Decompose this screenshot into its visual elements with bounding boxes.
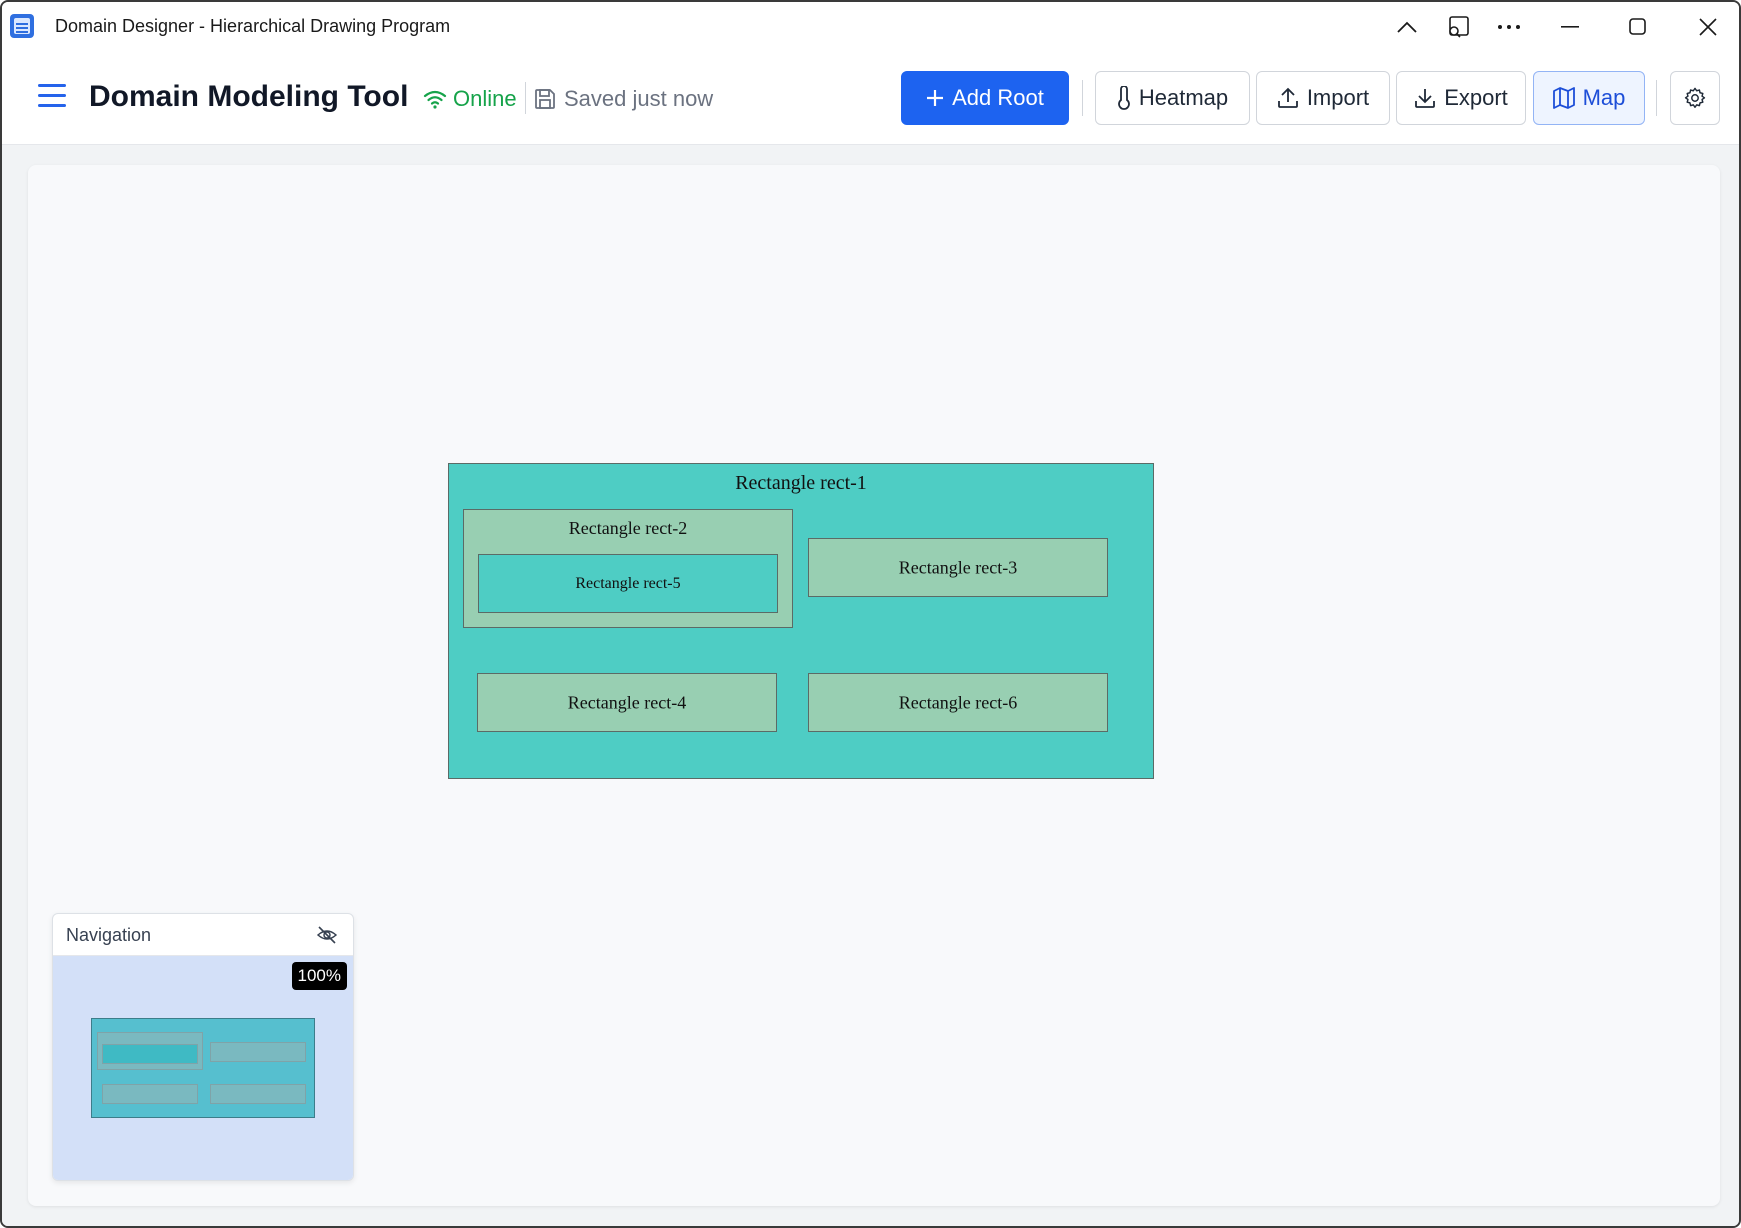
eye-off-icon[interactable] [316, 925, 338, 950]
rectangle-rect-4[interactable]: Rectangle rect-4 [477, 673, 777, 732]
saved-label: Saved just now [564, 86, 714, 111]
rectangle-rect-1[interactable]: Rectangle rect-1 Rectangle rect-2 Rectan… [448, 463, 1154, 779]
rectangle-label: Rectangle rect-1 [735, 472, 867, 494]
minimap-rect-5 [102, 1044, 198, 1064]
plus-icon [927, 90, 944, 106]
online-label: Online [453, 86, 517, 111]
more-icon[interactable] [1483, 2, 1535, 52]
title-bar: Domain Designer - Hierarchical Drawing P… [2, 2, 1739, 52]
save-icon [535, 89, 555, 109]
zoom-badge: 100% [291, 962, 347, 990]
navigation-panel: Navigation 100% [52, 913, 354, 1181]
close-icon[interactable] [1682, 2, 1734, 52]
download-icon [1415, 89, 1436, 108]
minimap-rect-4 [102, 1084, 198, 1104]
rectangle-label: Rectangle rect-2 [568, 518, 688, 538]
import-button[interactable]: Import [1256, 71, 1390, 125]
maximize-icon[interactable] [1612, 2, 1664, 52]
thermometer-icon [1118, 86, 1130, 110]
cast-icon[interactable] [1432, 2, 1484, 52]
rectangle-rect-3[interactable]: Rectangle rect-3 [808, 538, 1108, 597]
minimize-icon[interactable] [1544, 2, 1596, 52]
add-root-button[interactable]: Add Root [901, 71, 1069, 125]
rectangle-label: Rectangle rect-3 [898, 557, 1018, 577]
heatmap-button[interactable]: Heatmap [1095, 71, 1250, 125]
gear-icon [1684, 87, 1706, 108]
rectangle-rect-5[interactable]: Rectangle rect-5 [478, 554, 778, 613]
upload-icon [1277, 87, 1298, 108]
navigation-header: Navigation [53, 914, 353, 956]
hamburger-icon[interactable] [38, 84, 66, 108]
rectangle-label: Rectangle rect-6 [898, 692, 1018, 712]
minimap[interactable]: 100% [53, 956, 353, 1180]
navigation-title: Navigation [66, 925, 152, 945]
rectangle-rect-2[interactable]: Rectangle rect-2 Rectangle rect-5 [463, 509, 793, 628]
chevron-up-icon[interactable] [1381, 2, 1433, 52]
minimap-rect-6 [210, 1084, 306, 1104]
settings-button[interactable] [1670, 71, 1720, 125]
app-window: Domain Designer - Hierarchical Drawing P… [0, 0, 1741, 1228]
app-header: Domain Modeling Tool Online Saved just n… [2, 52, 1739, 145]
page-title: Domain Modeling Tool [89, 80, 409, 113]
map-icon [1552, 87, 1575, 109]
export-button[interactable]: Export [1396, 71, 1526, 125]
rectangle-rect-6[interactable]: Rectangle rect-6 [808, 673, 1108, 732]
window-title: Domain Designer - Hierarchical Drawing P… [55, 16, 451, 36]
divider [1656, 80, 1657, 116]
map-button[interactable]: Map [1533, 71, 1645, 125]
online-status: Online [423, 86, 517, 112]
rectangle-label: Rectangle rect-4 [567, 692, 687, 712]
saved-status: Saved just now [534, 86, 713, 112]
divider [1082, 80, 1083, 116]
app-icon [10, 14, 34, 38]
divider [525, 82, 526, 114]
minimap-rect-3 [210, 1042, 306, 1062]
wifi-icon [423, 90, 447, 109]
rectangle-label: Rectangle rect-5 [575, 574, 681, 592]
